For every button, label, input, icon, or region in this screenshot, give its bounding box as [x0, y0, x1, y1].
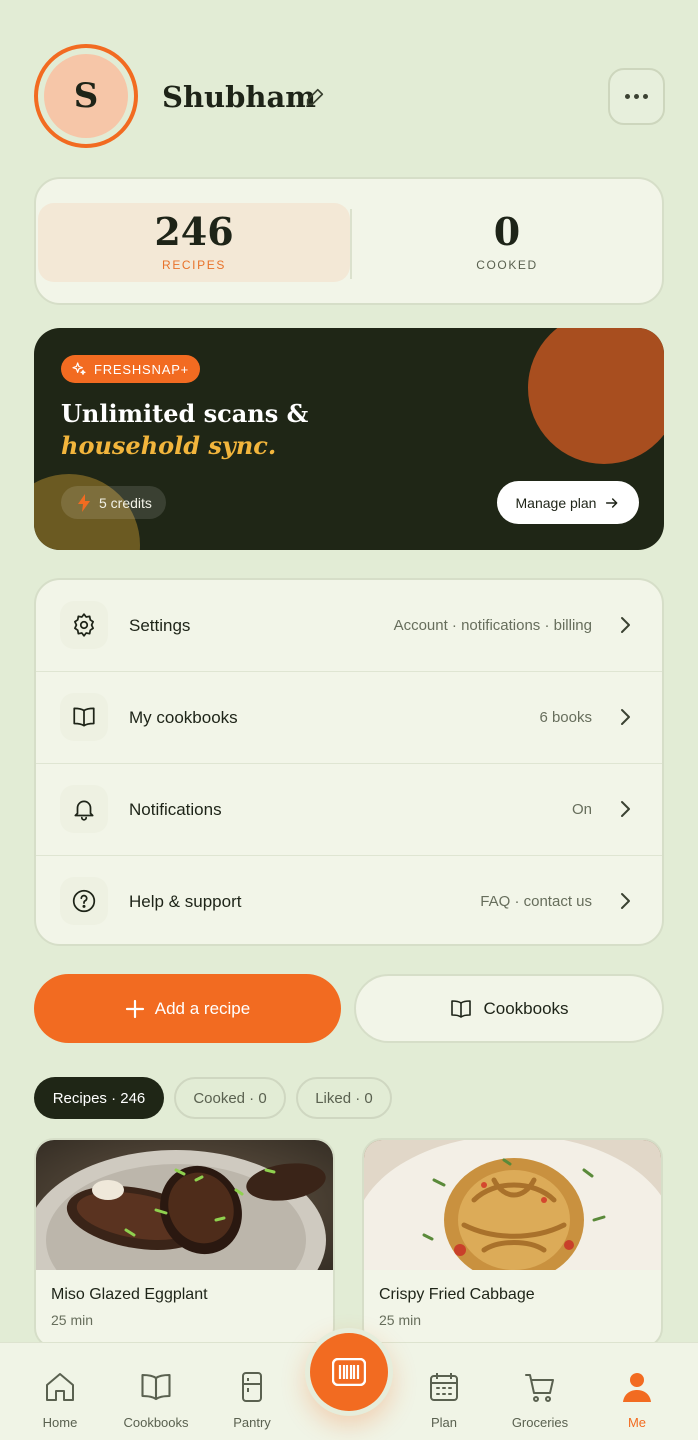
nav-item-pantry[interactable]: Pantry — [204, 1343, 300, 1440]
nav-label: Plan — [430, 1415, 458, 1430]
nav-item-plan[interactable]: Plan — [396, 1343, 492, 1440]
recipe-photo — [36, 1140, 333, 1270]
promo-title-line1: Unlimited scans & — [61, 399, 309, 428]
recipe-title: Miso Glazed Eggplant — [51, 1286, 208, 1303]
sparkle-icon — [72, 362, 86, 375]
help-circle-icon — [60, 877, 108, 925]
scan-button[interactable] — [310, 1333, 388, 1411]
menu-label: Settings — [129, 616, 191, 635]
promo-banner: FRESHSNAP+ Unlimited scans & household s… — [34, 328, 664, 550]
menu-value: 6 books — [539, 709, 592, 726]
filter-chip-liked[interactable]: Liked · 0 — [296, 1077, 392, 1119]
more-dot-icon — [643, 94, 648, 99]
nav-label: Cookbooks — [123, 1415, 189, 1430]
bell-icon — [60, 785, 108, 833]
credits-badge: 5 credits — [61, 486, 166, 519]
cookbooks-button[interactable]: Cookbooks — [354, 974, 664, 1043]
menu-item-help[interactable]: Help & support FAQ · contact us — [36, 856, 662, 944]
book-open-icon — [451, 999, 472, 1018]
menu-item-settings[interactable]: Settings Account · notifications · billi… — [36, 580, 662, 672]
home-icon — [46, 1373, 74, 1401]
chevron-right-icon — [621, 709, 630, 725]
menu-value: On — [571, 801, 592, 818]
add-recipe-label: Add a recipe — [154, 998, 251, 1018]
menu-value: Account · notifications · billing — [393, 617, 592, 634]
scan-button-wrap — [305, 1328, 393, 1416]
calendar-icon — [430, 1373, 458, 1401]
nav-item-home[interactable]: Home — [12, 1343, 108, 1440]
cooked-label: COOKED — [476, 258, 538, 272]
stat-recipes[interactable]: 246 RECIPES — [38, 203, 350, 282]
premium-badge-label: FRESHSNAP+ — [94, 361, 190, 377]
manage-plan-button[interactable]: Manage plan — [497, 481, 639, 524]
arrow-right-icon — [606, 497, 618, 508]
more-options-button[interactable] — [608, 68, 665, 125]
menu-label: Notifications — [129, 800, 222, 819]
premium-badge: FRESHSNAP+ — [61, 355, 201, 383]
recipe-time: 25 min — [379, 1312, 422, 1328]
avatar-initial: S — [44, 54, 128, 138]
pencil-icon[interactable] — [304, 86, 326, 108]
recipe-card[interactable]: Miso Glazed Eggplant 25 min — [34, 1138, 335, 1348]
book-open-icon — [60, 693, 108, 741]
more-dot-icon — [625, 94, 630, 99]
cart-icon — [525, 1374, 554, 1402]
menu-label: Help & support — [129, 892, 242, 911]
menu-label: My cookbooks — [129, 708, 238, 727]
person-icon — [623, 1373, 651, 1402]
recipes-label: RECIPES — [162, 258, 226, 272]
lightning-icon — [78, 493, 90, 512]
stats-card: 246 RECIPES 0 COOKED — [34, 177, 664, 305]
settings-menu: Settings Account · notifications · billi… — [34, 578, 664, 946]
avatar[interactable]: S — [34, 44, 138, 148]
add-recipe-button[interactable]: Add a recipe — [34, 974, 341, 1043]
nav-item-me[interactable]: Me — [589, 1343, 685, 1440]
filter-chip-cooked[interactable]: Cooked · 0 — [174, 1077, 286, 1119]
credits-label: 5 credits — [99, 494, 152, 511]
filter-chip-recipes[interactable]: Recipes · 246 — [34, 1077, 164, 1119]
recipes-count: 246 — [154, 209, 234, 254]
fridge-icon — [242, 1372, 262, 1402]
chevron-right-icon — [621, 893, 630, 909]
promo-decoration-circle — [528, 328, 664, 464]
nav-label: Groceries — [511, 1415, 569, 1430]
stat-cooked[interactable]: 0 COOKED — [350, 203, 662, 283]
nav-label: Home — [42, 1415, 78, 1430]
book-icon — [141, 1373, 171, 1401]
chevron-right-icon — [621, 617, 630, 633]
recipe-photo — [364, 1140, 661, 1270]
recipe-title: Crispy Fried Cabbage — [379, 1286, 535, 1303]
nav-item-groceries[interactable]: Groceries — [492, 1343, 588, 1440]
more-dot-icon — [634, 94, 639, 99]
recipe-time: 25 min — [51, 1312, 94, 1328]
promo-title-line2: household sync. — [61, 431, 277, 460]
menu-item-cookbooks[interactable]: My cookbooks 6 books — [36, 672, 662, 764]
menu-value: FAQ · contact us — [480, 893, 592, 910]
barcode-scan-icon — [332, 1358, 366, 1386]
nav-item-cookbooks[interactable]: Cookbooks — [108, 1343, 204, 1440]
recipe-card[interactable]: Crispy Fried Cabbage 25 min — [362, 1138, 663, 1348]
promo-title: Unlimited scans & household sync. — [61, 398, 308, 462]
chevron-right-icon — [621, 801, 630, 817]
nav-label: Pantry — [233, 1415, 271, 1430]
cooked-count: 0 — [493, 209, 521, 254]
manage-plan-label: Manage plan — [515, 494, 597, 511]
nav-label: Me — [627, 1415, 647, 1430]
cookbooks-label: Cookbooks — [483, 998, 569, 1018]
gear-icon — [60, 601, 108, 649]
menu-item-notifications[interactable]: Notifications On — [36, 764, 662, 856]
user-name: Shubham — [162, 80, 316, 114]
plus-icon — [125, 999, 144, 1018]
